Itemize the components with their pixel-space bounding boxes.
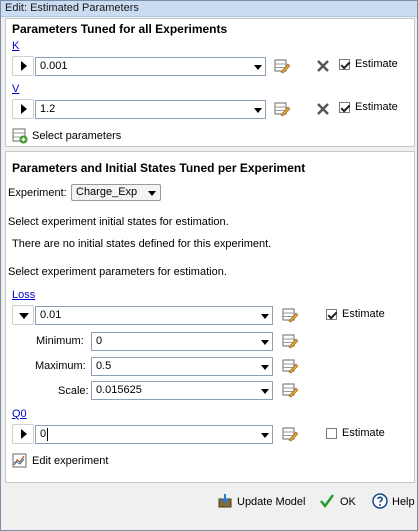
param-loss-collapse-button[interactable] [12,305,34,325]
edit-table-icon[interactable] [282,358,298,374]
scale-value: 0.015625 [96,384,142,396]
param-q0-link[interactable]: Q0 [12,408,27,420]
param-loss-estimate-checkbox[interactable] [326,309,337,320]
param-k-expand-button[interactable] [12,56,34,76]
maximum-label: Maximum: [35,360,86,372]
chevron-down-icon[interactable] [258,426,272,443]
chevron-down-icon[interactable] [251,58,265,75]
chevron-down-icon[interactable] [258,333,272,350]
maximum-value: 0.5 [96,360,112,372]
text-caret [47,428,48,441]
select-parameters-icon[interactable] [12,128,28,144]
param-loss-estimate-label: Estimate [342,308,385,320]
edit-estimated-parameters-window: Edit: Estimated Parameters Parameters Tu… [0,0,418,531]
collapse-arrow-icon [19,313,29,319]
experiment-params-panel: Parameters and Initial States Tuned per … [5,151,415,483]
param-k-value: 0.001 [40,60,68,72]
scale-label: Scale: [58,385,89,397]
ok-button[interactable]: OK [340,496,356,508]
chevron-down-icon [148,191,156,196]
minimum-value: 0 [96,335,103,347]
edit-table-icon[interactable] [274,101,290,117]
edit-table-icon[interactable] [274,58,290,74]
param-loss-link[interactable]: Loss [12,289,35,301]
minimum-label: Minimum: [36,335,84,347]
param-v-estimate-checkbox[interactable] [339,102,350,113]
global-params-panel: Parameters Tuned for all Experiments K 0… [5,18,415,147]
title-bar: Edit: Estimated Parameters [1,1,417,17]
maximum-combo[interactable]: 0.5 [91,357,273,376]
help-button[interactable]: Help [392,496,415,508]
param-v-expand-button[interactable] [12,99,34,119]
expand-arrow-icon [21,104,27,114]
minimum-combo[interactable]: 0 [91,332,273,351]
states-prompt: Select experiment initial states for est… [8,216,229,228]
param-k-value-combo[interactable]: 0.001 [35,57,266,76]
experiment-label: Experiment: [8,187,67,199]
edit-table-icon[interactable] [282,333,298,349]
remove-param-k-icon[interactable] [316,59,330,73]
edit-table-icon[interactable] [282,382,298,398]
param-q0-estimate-label: Estimate [342,427,385,439]
update-model-icon[interactable] [217,493,233,509]
edit-experiment-button[interactable]: Edit experiment [32,455,108,467]
check-icon[interactable] [319,493,335,509]
scale-combo[interactable]: 0.015625 [91,381,273,400]
window-title: Edit: Estimated Parameters [5,2,139,14]
chevron-down-icon[interactable] [258,358,272,375]
states-note: There are no initial states defined for … [12,238,272,250]
expand-arrow-icon [21,61,27,71]
param-k-estimate-label: Estimate [355,58,398,70]
edit-experiment-icon[interactable] [12,453,28,469]
expand-arrow-icon [21,429,27,439]
param-v-value: 1.2 [40,103,56,115]
param-v-estimate-label: Estimate [355,101,398,113]
params-prompt: Select experiment parameters for estimat… [8,266,227,278]
remove-param-v-icon[interactable] [316,102,330,116]
help-icon[interactable] [372,493,388,509]
param-q0-expand-button[interactable] [12,424,34,444]
edit-table-icon[interactable] [282,307,298,323]
global-section-title: Parameters Tuned for all Experiments [12,22,228,36]
chevron-down-icon[interactable] [258,307,272,324]
select-parameters-button[interactable]: Select parameters [32,130,121,142]
update-model-button[interactable]: Update Model [237,496,306,508]
experiment-select[interactable]: Charge_Exp [71,184,161,201]
param-k-estimate-checkbox[interactable] [339,59,350,70]
param-v-value-combo[interactable]: 1.2 [35,100,266,119]
param-loss-value: 0.01 [40,309,62,321]
chevron-down-icon[interactable] [251,101,265,118]
param-q0-value-combo[interactable]: 0 [35,425,273,444]
param-k-link[interactable]: K [12,40,19,52]
experiment-value: Charge_Exp [76,186,138,198]
experiment-section-title: Parameters and Initial States Tuned per … [12,161,306,175]
param-loss-value-combo[interactable]: 0.01 [35,306,273,325]
param-q0-value: 0 [40,428,47,440]
param-q0-estimate-checkbox[interactable] [326,428,337,439]
edit-table-icon[interactable] [282,426,298,442]
chevron-down-icon[interactable] [258,382,272,399]
param-v-link[interactable]: V [12,83,19,95]
